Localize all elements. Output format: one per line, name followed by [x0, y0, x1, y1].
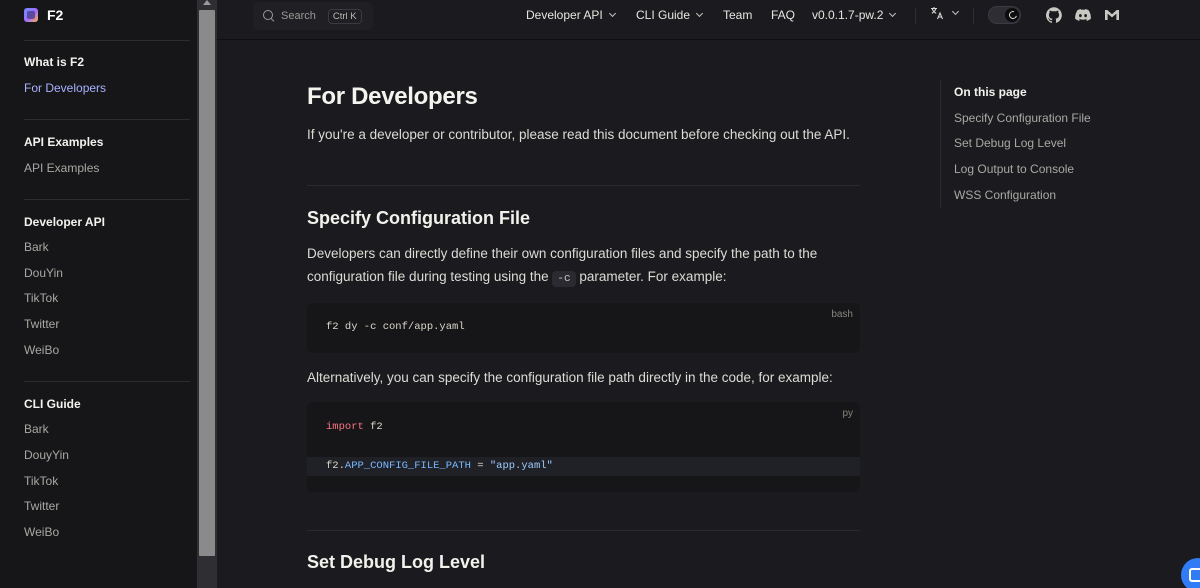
sidebar-item-twitter[interactable]: Twitter [24, 317, 59, 331]
nav-version[interactable]: v0.0.1.7-pw.2 [812, 8, 897, 22]
sidebar-group-title[interactable]: What is F2 [24, 55, 84, 69]
code-token: APP_CONFIG_FILE_PATH [344, 460, 471, 472]
sidebar-item-weibo[interactable]: WeiBo [24, 343, 59, 357]
nav-label: v0.0.1.7-pw.2 [812, 8, 884, 22]
chevron-down-icon [951, 7, 960, 16]
nav-team[interactable]: Team [723, 8, 752, 22]
code-token: f2 [363, 421, 383, 433]
language-switcher[interactable] [930, 6, 960, 20]
sidebar-item-cli-tiktok[interactable]: TikTok [24, 474, 58, 488]
outline-link[interactable]: Log Output to Console [954, 162, 1074, 176]
sidebar-divider [24, 119, 190, 120]
on-this-page: On this page Specify Configuration File … [940, 80, 1140, 208]
nav-developer-api[interactable]: Developer API [526, 8, 616, 22]
sidebar-item-douyin[interactable]: DouYin [24, 266, 63, 280]
sidebar-divider [24, 381, 190, 382]
nav-cli-guide[interactable]: CLI Guide [636, 8, 704, 22]
sidebar-item-tiktok[interactable]: TikTok [24, 291, 58, 305]
brand-title: F2 [47, 7, 64, 23]
code-token: "app.yaml" [489, 460, 553, 472]
code-token: f2. [326, 460, 345, 472]
nav-label: Developer API [526, 8, 603, 22]
section-heading: Set Debug Log Level [307, 552, 486, 572]
chevron-down-icon [608, 9, 616, 18]
code-token: = [470, 460, 490, 472]
section-divider [307, 530, 860, 531]
scrollbar-thumb[interactable] [199, 10, 215, 556]
code-token: import [326, 421, 364, 433]
nav-divider [915, 8, 916, 24]
section-heading: Specify Configuration File [307, 208, 531, 228]
moon-icon [1005, 8, 1019, 22]
search-icon [263, 10, 275, 22]
nav-label: Team [723, 8, 753, 22]
sidebar-group-title[interactable]: API Examples [24, 135, 103, 149]
code-line: f2.APP_CONFIG_FILE_PATH = "app.yaml" [326, 460, 553, 472]
theme-toggle[interactable] [988, 6, 1021, 24]
nav-divider [973, 8, 974, 24]
sidebar-item-cli-twitter[interactable]: Twitter [24, 499, 59, 513]
outline-link[interactable]: Specify Configuration File [954, 111, 1091, 125]
sidebar-item-for-developers[interactable]: For Developers [24, 81, 106, 95]
code-language-label: bash [831, 309, 853, 320]
scroll-up-arrow-icon[interactable] [203, 0, 211, 5]
sidebar-divider [24, 40, 190, 41]
gmail-icon[interactable] [1104, 7, 1120, 23]
nav-label: FAQ [771, 8, 796, 22]
sidebar-divider [24, 199, 190, 200]
sidebar-group-title[interactable]: Developer API [24, 215, 105, 229]
search-shortcut: Ctrl K [327, 8, 362, 24]
sidebar-item-cli-bark[interactable]: Bark [24, 422, 49, 436]
code-block-bash: bash f2 dy -c conf/app.yaml [307, 303, 860, 353]
code-block-python: py import f2 f2.APP_CONFIG_FILE_PATH = "… [307, 402, 860, 492]
search-label: Search [281, 10, 316, 22]
discord-icon[interactable] [1075, 7, 1091, 23]
outline-title: On this page [954, 85, 1027, 99]
outline-link[interactable]: WSS Configuration [954, 188, 1056, 202]
code-line: f2 dy -c conf/app.yaml [326, 321, 465, 333]
sidebar: F2 What is F2 For Developers API Example… [0, 0, 197, 588]
config-paragraph: Developers can directly define their own… [307, 243, 860, 290]
sidebar-item-cli-douyin[interactable]: DouyYin [24, 448, 69, 462]
nav-label: CLI Guide [636, 8, 691, 22]
sidebar-item-bark[interactable]: Bark [24, 240, 49, 254]
f2-logo-icon [24, 8, 38, 22]
brand[interactable]: F2 [24, 6, 63, 24]
alternative-paragraph: Alternatively, you can specify the confi… [307, 370, 833, 385]
chevron-down-icon [695, 9, 704, 18]
sidebar-group-title[interactable]: CLI Guide [24, 397, 81, 411]
chevron-down-icon [889, 9, 897, 18]
section-divider [307, 185, 860, 186]
outline-link[interactable]: Set Debug Log Level [954, 136, 1066, 150]
sidebar-item-api-examples[interactable]: API Examples [24, 161, 99, 175]
paragraph-text: parameter. For example: [579, 268, 727, 284]
inline-code: -c [552, 270, 576, 287]
sidebar-item-cli-weibo[interactable]: WeiBo [24, 525, 59, 539]
nav-faq[interactable]: FAQ [771, 8, 795, 22]
page-title: For Developers [307, 83, 478, 110]
search-button[interactable]: Search Ctrl K [253, 2, 373, 30]
code-line: import f2 [326, 421, 383, 433]
github-icon[interactable] [1046, 7, 1062, 23]
intro-paragraph: If you're a developer or contributor, pl… [307, 127, 850, 142]
code-language-label: py [842, 408, 853, 419]
translate-icon [931, 7, 944, 20]
app-root: F2 What is F2 For Developers API Example… [0, 0, 1200, 588]
